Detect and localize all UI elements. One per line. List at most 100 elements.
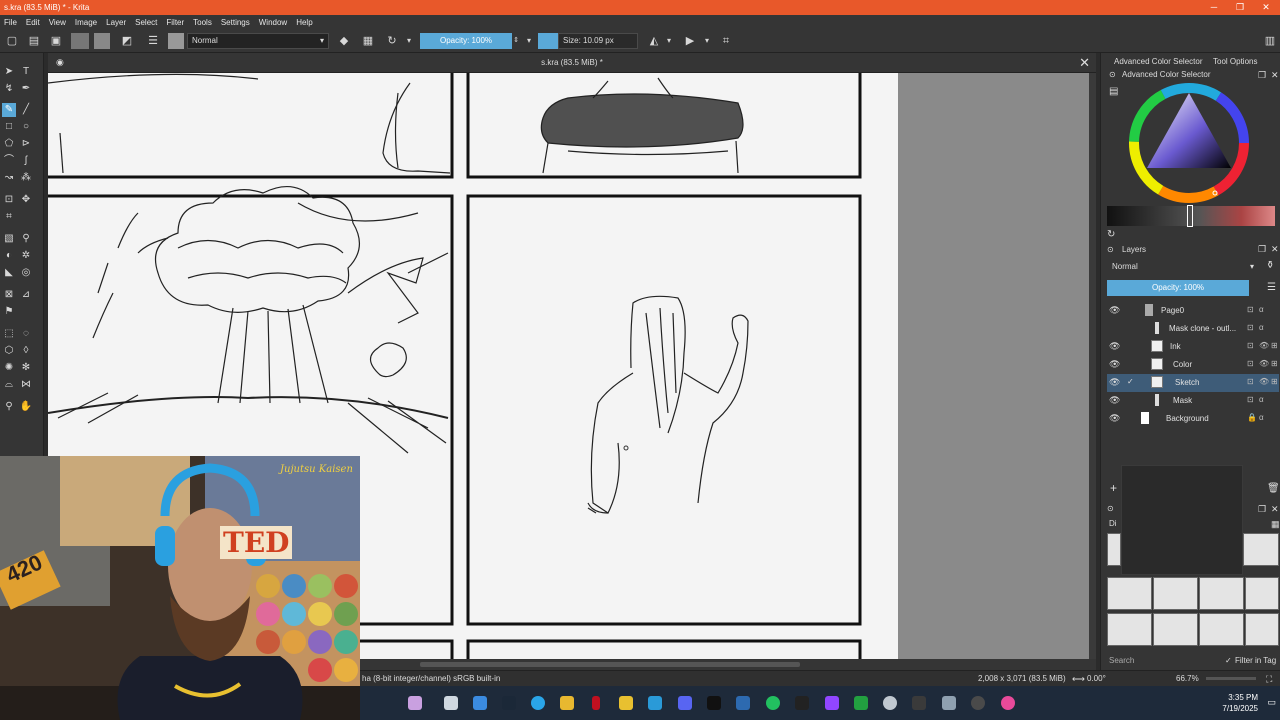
alpha-lock-icon[interactable]: ⊞ bbox=[1271, 377, 1278, 386]
chrome-icon[interactable] bbox=[971, 696, 985, 710]
assistant-tool-icon[interactable]: ⊠ bbox=[2, 288, 16, 302]
chevron-down-icon[interactable]: ▾ bbox=[702, 33, 712, 49]
brush-preset-thumb[interactable] bbox=[1107, 533, 1121, 566]
contiguous-select-icon[interactable]: ✺ bbox=[2, 361, 16, 375]
blend-mode-select[interactable]: Normal ▾ bbox=[187, 33, 329, 49]
obs-icon[interactable] bbox=[883, 696, 897, 710]
move-tool-icon[interactable]: ✥ bbox=[19, 193, 33, 207]
chevron-down-icon[interactable]: ▾ bbox=[664, 33, 674, 49]
close-window-icon[interactable]: ✕ bbox=[1254, 0, 1278, 15]
lock-layer-icon[interactable]: ⊡ bbox=[1247, 395, 1254, 404]
zoom-value[interactable]: 66.7% bbox=[1176, 671, 1199, 687]
polyline-tool-icon[interactable]: ⊳ bbox=[19, 137, 33, 151]
menu-settings[interactable]: Settings bbox=[221, 18, 250, 27]
reload-preset-icon[interactable]: ↻ bbox=[384, 33, 400, 49]
brush-preset-thumb[interactable] bbox=[1153, 613, 1198, 646]
filter-in-tag-checkbox[interactable]: Filter in Tag bbox=[1235, 656, 1276, 665]
mirror-vertical-icon[interactable]: ▶ bbox=[682, 33, 698, 49]
explorer-window-icon[interactable] bbox=[444, 696, 458, 710]
document-tab[interactable]: s.kra (83.5 MiB) * bbox=[48, 58, 1096, 67]
maximize-icon[interactable]: ❐ bbox=[1228, 0, 1252, 15]
ellipse-select-icon[interactable]: ◌ bbox=[19, 327, 33, 341]
brush-settings-icon[interactable]: ☰ bbox=[146, 33, 160, 49]
layer-opacity-slider[interactable]: Opacity: 100% bbox=[1107, 280, 1249, 296]
menu-tools[interactable]: Tools bbox=[193, 18, 212, 27]
lock-layer-icon[interactable]: ⊡ bbox=[1247, 377, 1254, 386]
brush-preset-icon[interactable] bbox=[168, 33, 184, 49]
checkmark-icon[interactable]: ✓ bbox=[1225, 656, 1232, 665]
system-clock[interactable]: 3:35 PM 7/19/2025 bbox=[1222, 692, 1258, 714]
gallery-icon[interactable] bbox=[473, 696, 487, 710]
brush-preset-thumb[interactable] bbox=[1199, 613, 1244, 646]
inherit-alpha-icon[interactable]: 👁 bbox=[1259, 377, 1269, 386]
layer-row-ink[interactable]: 👁 Ink ⊡ 👁 ⊞ bbox=[1107, 338, 1279, 356]
horizontal-scrollbar[interactable] bbox=[360, 659, 1096, 670]
alpha-lock-icon[interactable]: ⊞ bbox=[1271, 341, 1278, 350]
media-player-icon[interactable] bbox=[912, 696, 926, 710]
app-icon-red[interactable] bbox=[592, 696, 600, 710]
polygon-tool-icon[interactable]: ⬠ bbox=[2, 137, 16, 151]
fullscreen-icon[interactable]: ⛶ bbox=[1266, 671, 1272, 687]
checkmark-icon[interactable]: ✓ bbox=[1127, 377, 1134, 386]
line-tool-icon[interactable]: ╱ bbox=[19, 103, 33, 117]
brush-preset-thumb[interactable] bbox=[1199, 577, 1244, 610]
ellipse-tool-icon[interactable]: ○ bbox=[19, 120, 33, 134]
close-document-icon[interactable]: ✕ bbox=[1079, 55, 1090, 71]
layer-row-mask[interactable]: 👁 Mask ⊡ α bbox=[1107, 392, 1279, 410]
visibility-eye-icon[interactable]: 👁 bbox=[1109, 395, 1120, 406]
edge-icon[interactable] bbox=[531, 696, 545, 710]
store-icon[interactable] bbox=[648, 696, 662, 710]
lock-layer-icon[interactable]: ⊡ bbox=[1247, 359, 1254, 368]
inherit-alpha-icon[interactable]: 👁 bbox=[1259, 359, 1269, 368]
layer-row-mask-clone[interactable]: Mask clone - outl... ⊡ α bbox=[1107, 320, 1279, 338]
brush-preset-thumb[interactable] bbox=[1245, 613, 1279, 646]
brush-preset-thumb[interactable] bbox=[1107, 577, 1152, 610]
close-docker-icon[interactable]: ✕ bbox=[1271, 244, 1279, 255]
add-layer-icon[interactable]: + bbox=[1110, 481, 1117, 495]
layer-row-sketch-selected[interactable]: 👁 ✓ Sketch ⊡ 👁 ⊞ bbox=[1107, 374, 1279, 392]
lock-layer-icon[interactable]: 🔒 bbox=[1247, 413, 1257, 422]
save-icon[interactable]: ▣ bbox=[48, 33, 64, 49]
similar-select-icon[interactable]: ✻ bbox=[19, 361, 33, 375]
settings-app-icon[interactable] bbox=[942, 696, 956, 710]
rotation-icon[interactable]: ⟷ bbox=[1072, 671, 1085, 687]
brush-preset-thumb[interactable] bbox=[1107, 613, 1152, 646]
color-wheel[interactable] bbox=[1127, 83, 1251, 203]
crop-tool-icon[interactable]: ⌗ bbox=[2, 210, 16, 224]
layer-blend-mode-select[interactable]: Normal ▾ bbox=[1107, 260, 1257, 274]
visibility-eye-icon[interactable]: 👁 bbox=[1109, 413, 1120, 424]
menu-view[interactable]: View bbox=[49, 18, 66, 27]
visibility-eye-icon[interactable]: 👁 bbox=[1109, 341, 1120, 352]
nvidia-icon[interactable] bbox=[854, 696, 868, 710]
gradient-swatch-icon[interactable] bbox=[71, 33, 89, 49]
grid-view-icon[interactable]: ▦ bbox=[1271, 519, 1280, 530]
discord-icon[interactable] bbox=[678, 696, 692, 710]
float-docker-icon[interactable]: ❐ bbox=[1258, 70, 1266, 81]
menu-image[interactable]: Image bbox=[75, 18, 97, 27]
float-docker-icon[interactable]: ❐ bbox=[1258, 504, 1266, 515]
new-document-icon[interactable]: ▢ bbox=[4, 33, 20, 49]
rotation-value[interactable]: 0.00° bbox=[1087, 671, 1106, 687]
measure-tool-icon[interactable]: ⊿ bbox=[19, 288, 33, 302]
tab-tool-options[interactable]: Tool Options bbox=[1213, 57, 1257, 66]
hulu-icon[interactable] bbox=[707, 696, 721, 710]
value-slider-handle[interactable] bbox=[1187, 205, 1193, 227]
brush-preset-thumb[interactable] bbox=[1153, 577, 1198, 610]
krita-icon[interactable] bbox=[1001, 696, 1015, 710]
delete-layer-icon[interactable]: 🗑 bbox=[1267, 483, 1280, 494]
vertical-scrollbar[interactable] bbox=[1089, 73, 1096, 659]
brush-preset-thumb[interactable] bbox=[1245, 577, 1279, 610]
mirror-horizontal-icon[interactable]: ◭ bbox=[646, 33, 662, 49]
filter-icon[interactable]: ⚱ bbox=[1266, 260, 1274, 271]
open-document-icon[interactable]: ▤ bbox=[26, 33, 42, 49]
rectangle-tool-icon[interactable]: □ bbox=[2, 120, 16, 134]
eraser-icon[interactable]: ◆ bbox=[336, 33, 352, 49]
alpha-lock-icon[interactable]: α bbox=[1259, 323, 1264, 332]
tab-advanced-color-selector[interactable]: Advanced Color Selector bbox=[1114, 57, 1203, 66]
pan-tool-icon[interactable]: ✋ bbox=[19, 400, 33, 414]
bezier-tool-icon[interactable]: ⌒ bbox=[2, 154, 16, 168]
edit-shapes-icon[interactable]: ↯ bbox=[2, 82, 16, 96]
xbox-icon[interactable] bbox=[766, 696, 780, 710]
gradient-tool-icon[interactable]: ▧ bbox=[2, 232, 16, 246]
color-settings-icon[interactable]: ▤ bbox=[1109, 86, 1118, 97]
